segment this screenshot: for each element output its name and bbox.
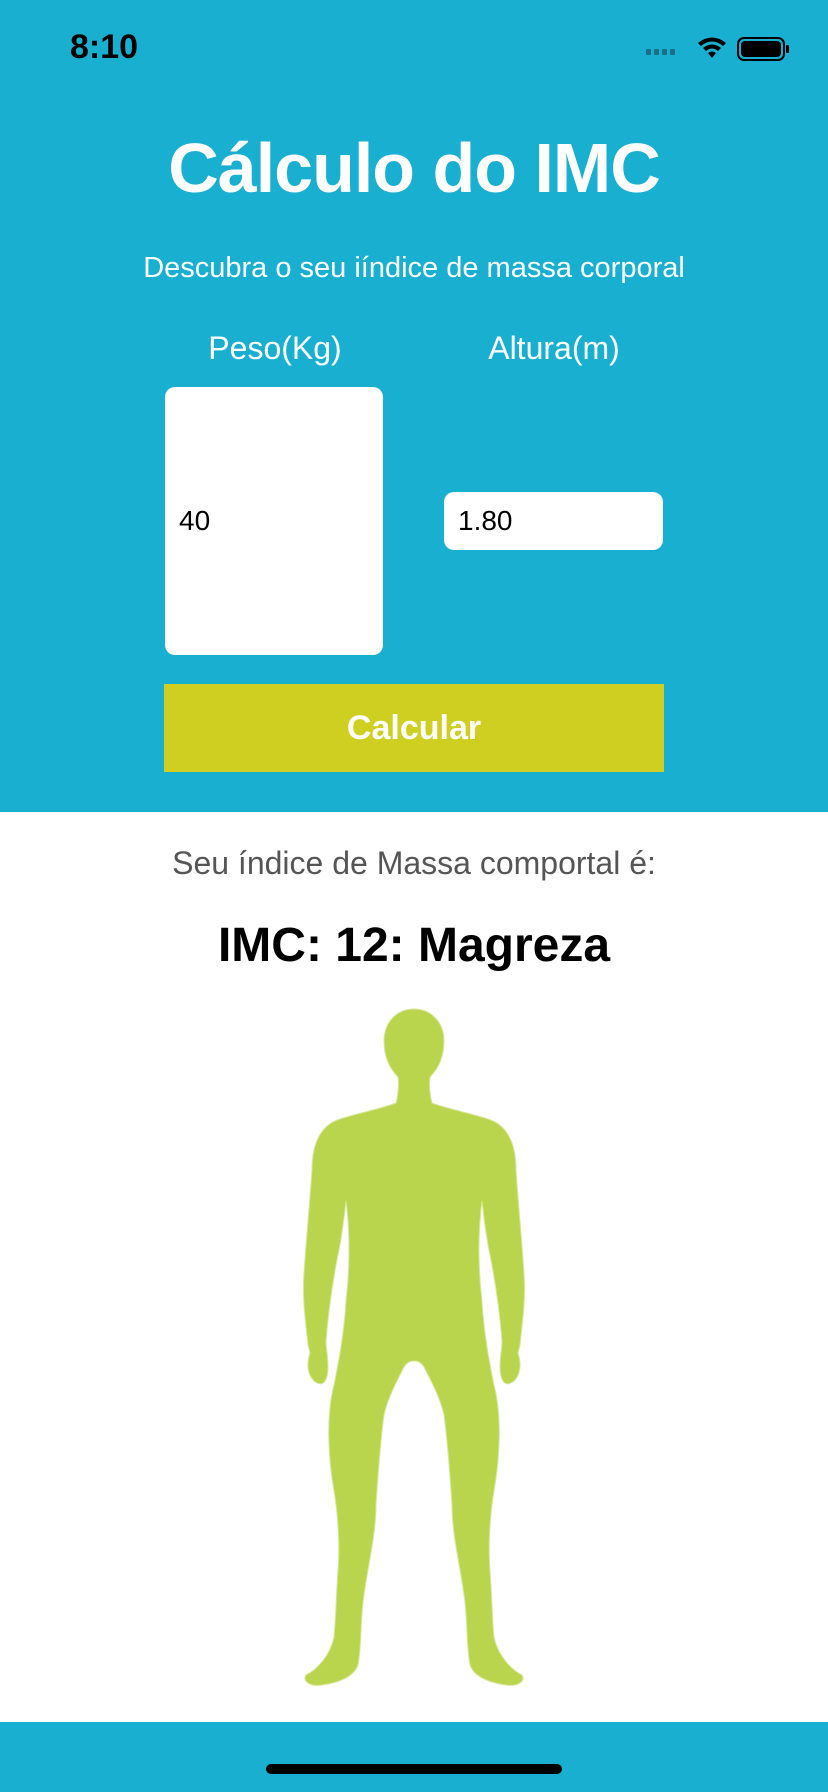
result-label: Seu índice de Massa comportal é: xyxy=(172,845,656,881)
page-title: Cálculo do IMC xyxy=(168,129,661,207)
battery-icon xyxy=(737,37,789,61)
height-label: Altura(m) xyxy=(488,330,620,366)
status-icons xyxy=(646,37,789,61)
wifi-icon xyxy=(698,37,726,58)
page-subtitle: Descubra o seu iíndice de massa corporal xyxy=(143,252,685,284)
weight-label: Peso(Kg) xyxy=(208,330,342,366)
calculate-button[interactable]: Calcular xyxy=(164,684,664,772)
home-indicator[interactable] xyxy=(266,1764,562,1774)
weight-input[interactable] xyxy=(165,387,383,655)
cellular-signal-icon xyxy=(646,49,675,55)
status-time: 8:10 xyxy=(70,28,139,66)
height-input[interactable] xyxy=(444,492,663,550)
bottom-bar xyxy=(0,1722,828,1792)
result-value: IMC: 12: Magreza xyxy=(217,919,611,972)
body-silhouette-icon xyxy=(302,1008,526,1686)
header-panel: 8:10 Cálculo do IMC Descubra o seu iíndi… xyxy=(0,0,828,812)
